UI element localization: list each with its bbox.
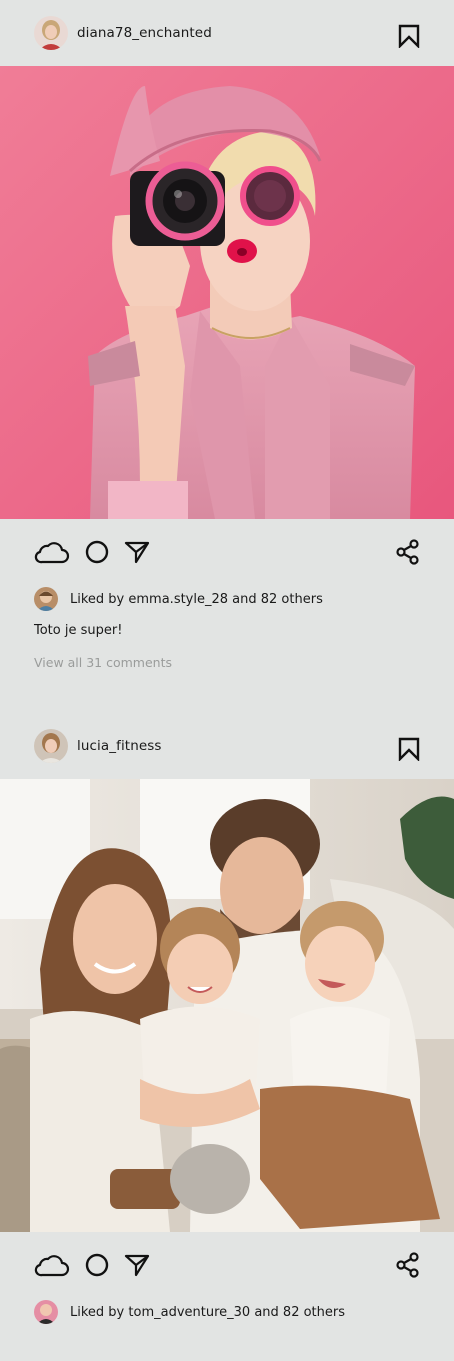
paper-plane-icon[interactable] — [124, 1253, 150, 1277]
liked-by: Liked by tom_adventure_30 and 82 others — [0, 1298, 454, 1326]
avatar[interactable] — [34, 587, 58, 611]
view-comments-link[interactable]: View all 31 comments — [0, 655, 454, 673]
cloud-icon[interactable] — [34, 540, 70, 564]
liked-suffix[interactable]: and 82 others — [254, 1305, 345, 1320]
avatar[interactable] — [34, 16, 68, 50]
liked-by-text: Liked by tom_adventure_30 and 82 others — [70, 1305, 345, 1320]
username[interactable]: diana78_enchanted — [77, 25, 212, 41]
share-icon[interactable] — [396, 1252, 420, 1278]
paper-plane-icon[interactable] — [124, 540, 150, 564]
liked-by: Liked by emma.style_28 and 82 others — [0, 585, 454, 613]
liked-prefix: Liked by — [70, 1304, 125, 1320]
liked-username[interactable]: tom_adventure_30 — [128, 1305, 250, 1320]
bookmark-icon[interactable] — [398, 24, 420, 48]
avatar[interactable] — [34, 1300, 58, 1324]
feed: diana78_enchanted Liked by emma.style_28… — [0, 0, 454, 1361]
post-actions — [0, 519, 454, 585]
post-actions — [0, 1232, 454, 1298]
post-caption: Toto je super! — [34, 623, 123, 638]
avatar[interactable] — [34, 729, 68, 763]
liked-username[interactable]: emma.style_28 — [128, 592, 228, 607]
bookmark-icon[interactable] — [398, 737, 420, 761]
share-icon[interactable] — [396, 539, 420, 565]
liked-prefix: Liked by — [70, 591, 125, 607]
liked-suffix[interactable]: and 82 others — [232, 592, 323, 607]
username[interactable]: lucia_fitness — [77, 738, 162, 754]
circle-icon[interactable] — [84, 1252, 110, 1278]
liked-by-text: Liked by emma.style_28 and 82 others — [70, 592, 323, 607]
post-header: lucia_fitness — [0, 713, 454, 779]
post: diana78_enchanted Liked by emma.style_28… — [0, 0, 454, 673]
circle-icon[interactable] — [84, 539, 110, 565]
post-photo[interactable] — [0, 779, 454, 1232]
post-photo[interactable] — [0, 66, 454, 519]
post-header: diana78_enchanted — [0, 0, 454, 66]
post: lucia_fitness Liked by tom_adventure_30 … — [0, 713, 454, 1326]
cloud-icon[interactable] — [34, 1253, 70, 1277]
